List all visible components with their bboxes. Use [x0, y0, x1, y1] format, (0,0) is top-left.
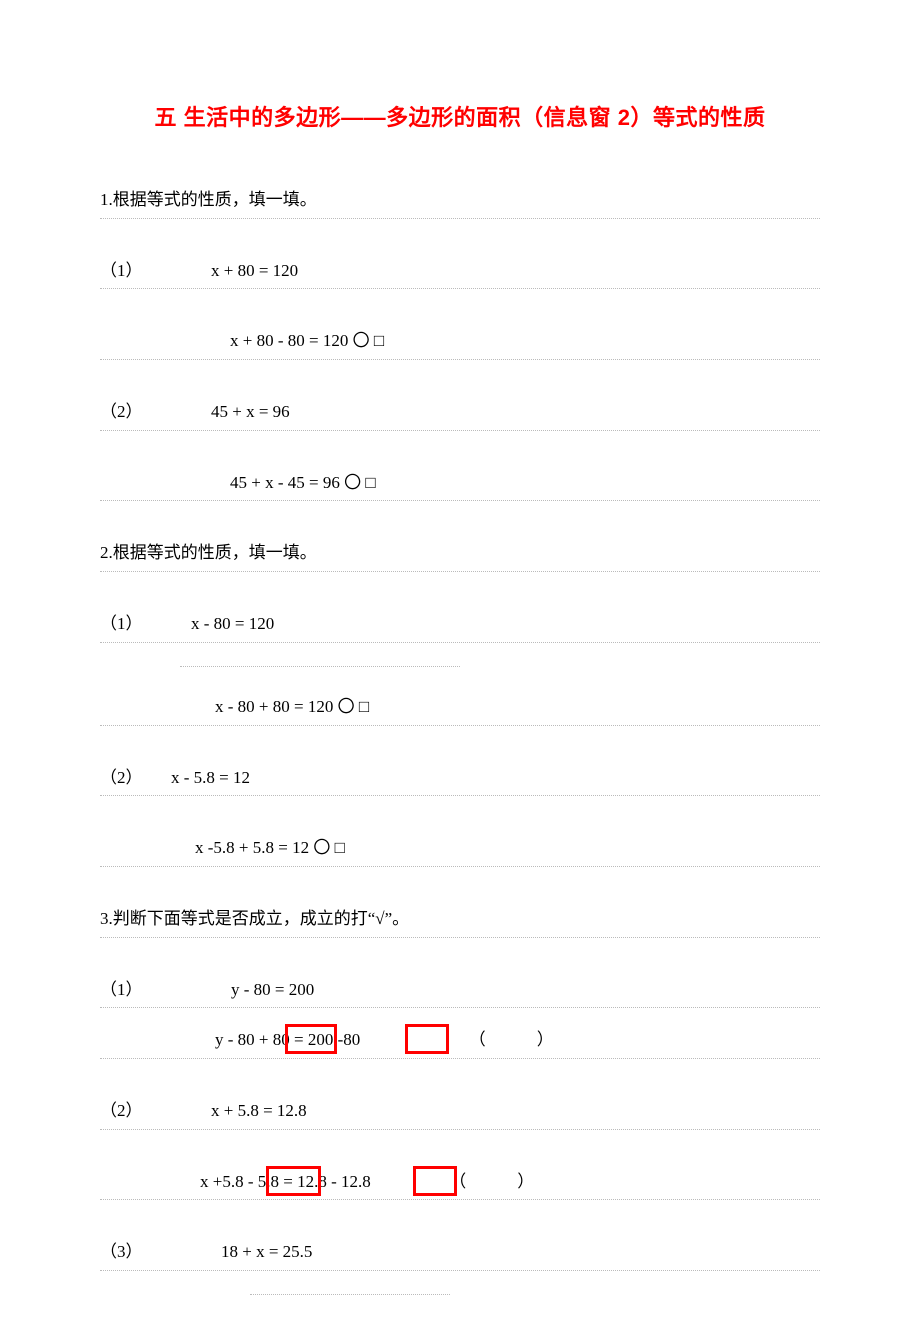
paren-blank: （ ） — [449, 1172, 534, 1191]
q1-prompt: 1.根据等式的性质，填一填。 — [100, 182, 820, 219]
label: （1） — [100, 980, 143, 999]
red-box-highlight — [285, 1024, 337, 1054]
page-title: 五 生活中的多边形——多边形的面积（信息窗 2）等式的性质 — [100, 100, 820, 132]
q2-p1-eq1: （1） x - 80 = 120 — [100, 606, 820, 643]
q3-p3-eq1: （3） 18 + x = 25.5 — [100, 1234, 820, 1271]
label: （1） — [100, 261, 143, 280]
paren-blank: （ ） — [469, 1030, 554, 1049]
worksheet-page: 五 生活中的多边形——多边形的面积（信息窗 2）等式的性质 1.根据等式的性质，… — [0, 0, 920, 1343]
equation: x + 80 = 120 — [211, 261, 298, 280]
label: （1） — [100, 614, 143, 633]
q2-p2-eq2: x -5.8 + 5.8 = 12 〇 □ — [100, 830, 820, 867]
equation: x + 5.8 = 12.8 — [211, 1101, 307, 1120]
eq-part-a: x +5.8 - — [200, 1172, 258, 1191]
divider — [100, 657, 820, 675]
q2-p1-eq2: x - 80 + 80 = 120 〇 □ — [100, 689, 820, 726]
label: （2） — [100, 1101, 143, 1120]
divider — [100, 1285, 820, 1303]
label: （2） — [100, 402, 143, 421]
eq-part-a: y - 80 + — [215, 1030, 273, 1049]
eq-part-d: 8 — [362, 1172, 371, 1191]
equation: 45 + x = 96 — [211, 402, 290, 421]
q3-p1-eq1: （1） y - 80 = 200 — [100, 972, 820, 1009]
equation: 18 + x = 25.5 — [221, 1242, 312, 1261]
q1-p2-eq2: 45 + x - 45 = 96 〇 □ — [100, 465, 820, 502]
q3-prompt: 3.判断下面等式是否成立，成立的打“√”。 — [100, 901, 820, 938]
red-box-highlight — [413, 1166, 457, 1196]
q3-p2-eq1: （2） x + 5.8 = 12.8 — [100, 1093, 820, 1130]
q1-p1-eq1: （1） x + 80 = 120 — [100, 253, 820, 290]
equation: x - 5.8 = 12 — [171, 768, 250, 787]
q3-p2-eq2: x +5.8 - 5.8 = 12.8 - 12.8 （ ） — [100, 1164, 820, 1201]
equation: y - 80 = 200 — [231, 980, 314, 999]
q2-prompt: 2.根据等式的性质，填一填。 — [100, 535, 820, 572]
red-box-highlight — [405, 1024, 449, 1054]
equation: x - 80 = 120 — [191, 614, 274, 633]
label: （3） — [100, 1242, 143, 1261]
q2-p2-eq1: （2） x - 5.8 = 12 — [100, 760, 820, 797]
q3-p1-eq2: y - 80 + 80 = 200 -80 （ ） — [100, 1022, 820, 1059]
red-box-highlight — [266, 1166, 321, 1196]
q1-p2-eq1: （2） 45 + x = 96 — [100, 394, 820, 431]
label: （2） — [100, 768, 143, 787]
q1-p1-eq2: x + 80 - 80 = 120 〇 □ — [100, 323, 820, 360]
